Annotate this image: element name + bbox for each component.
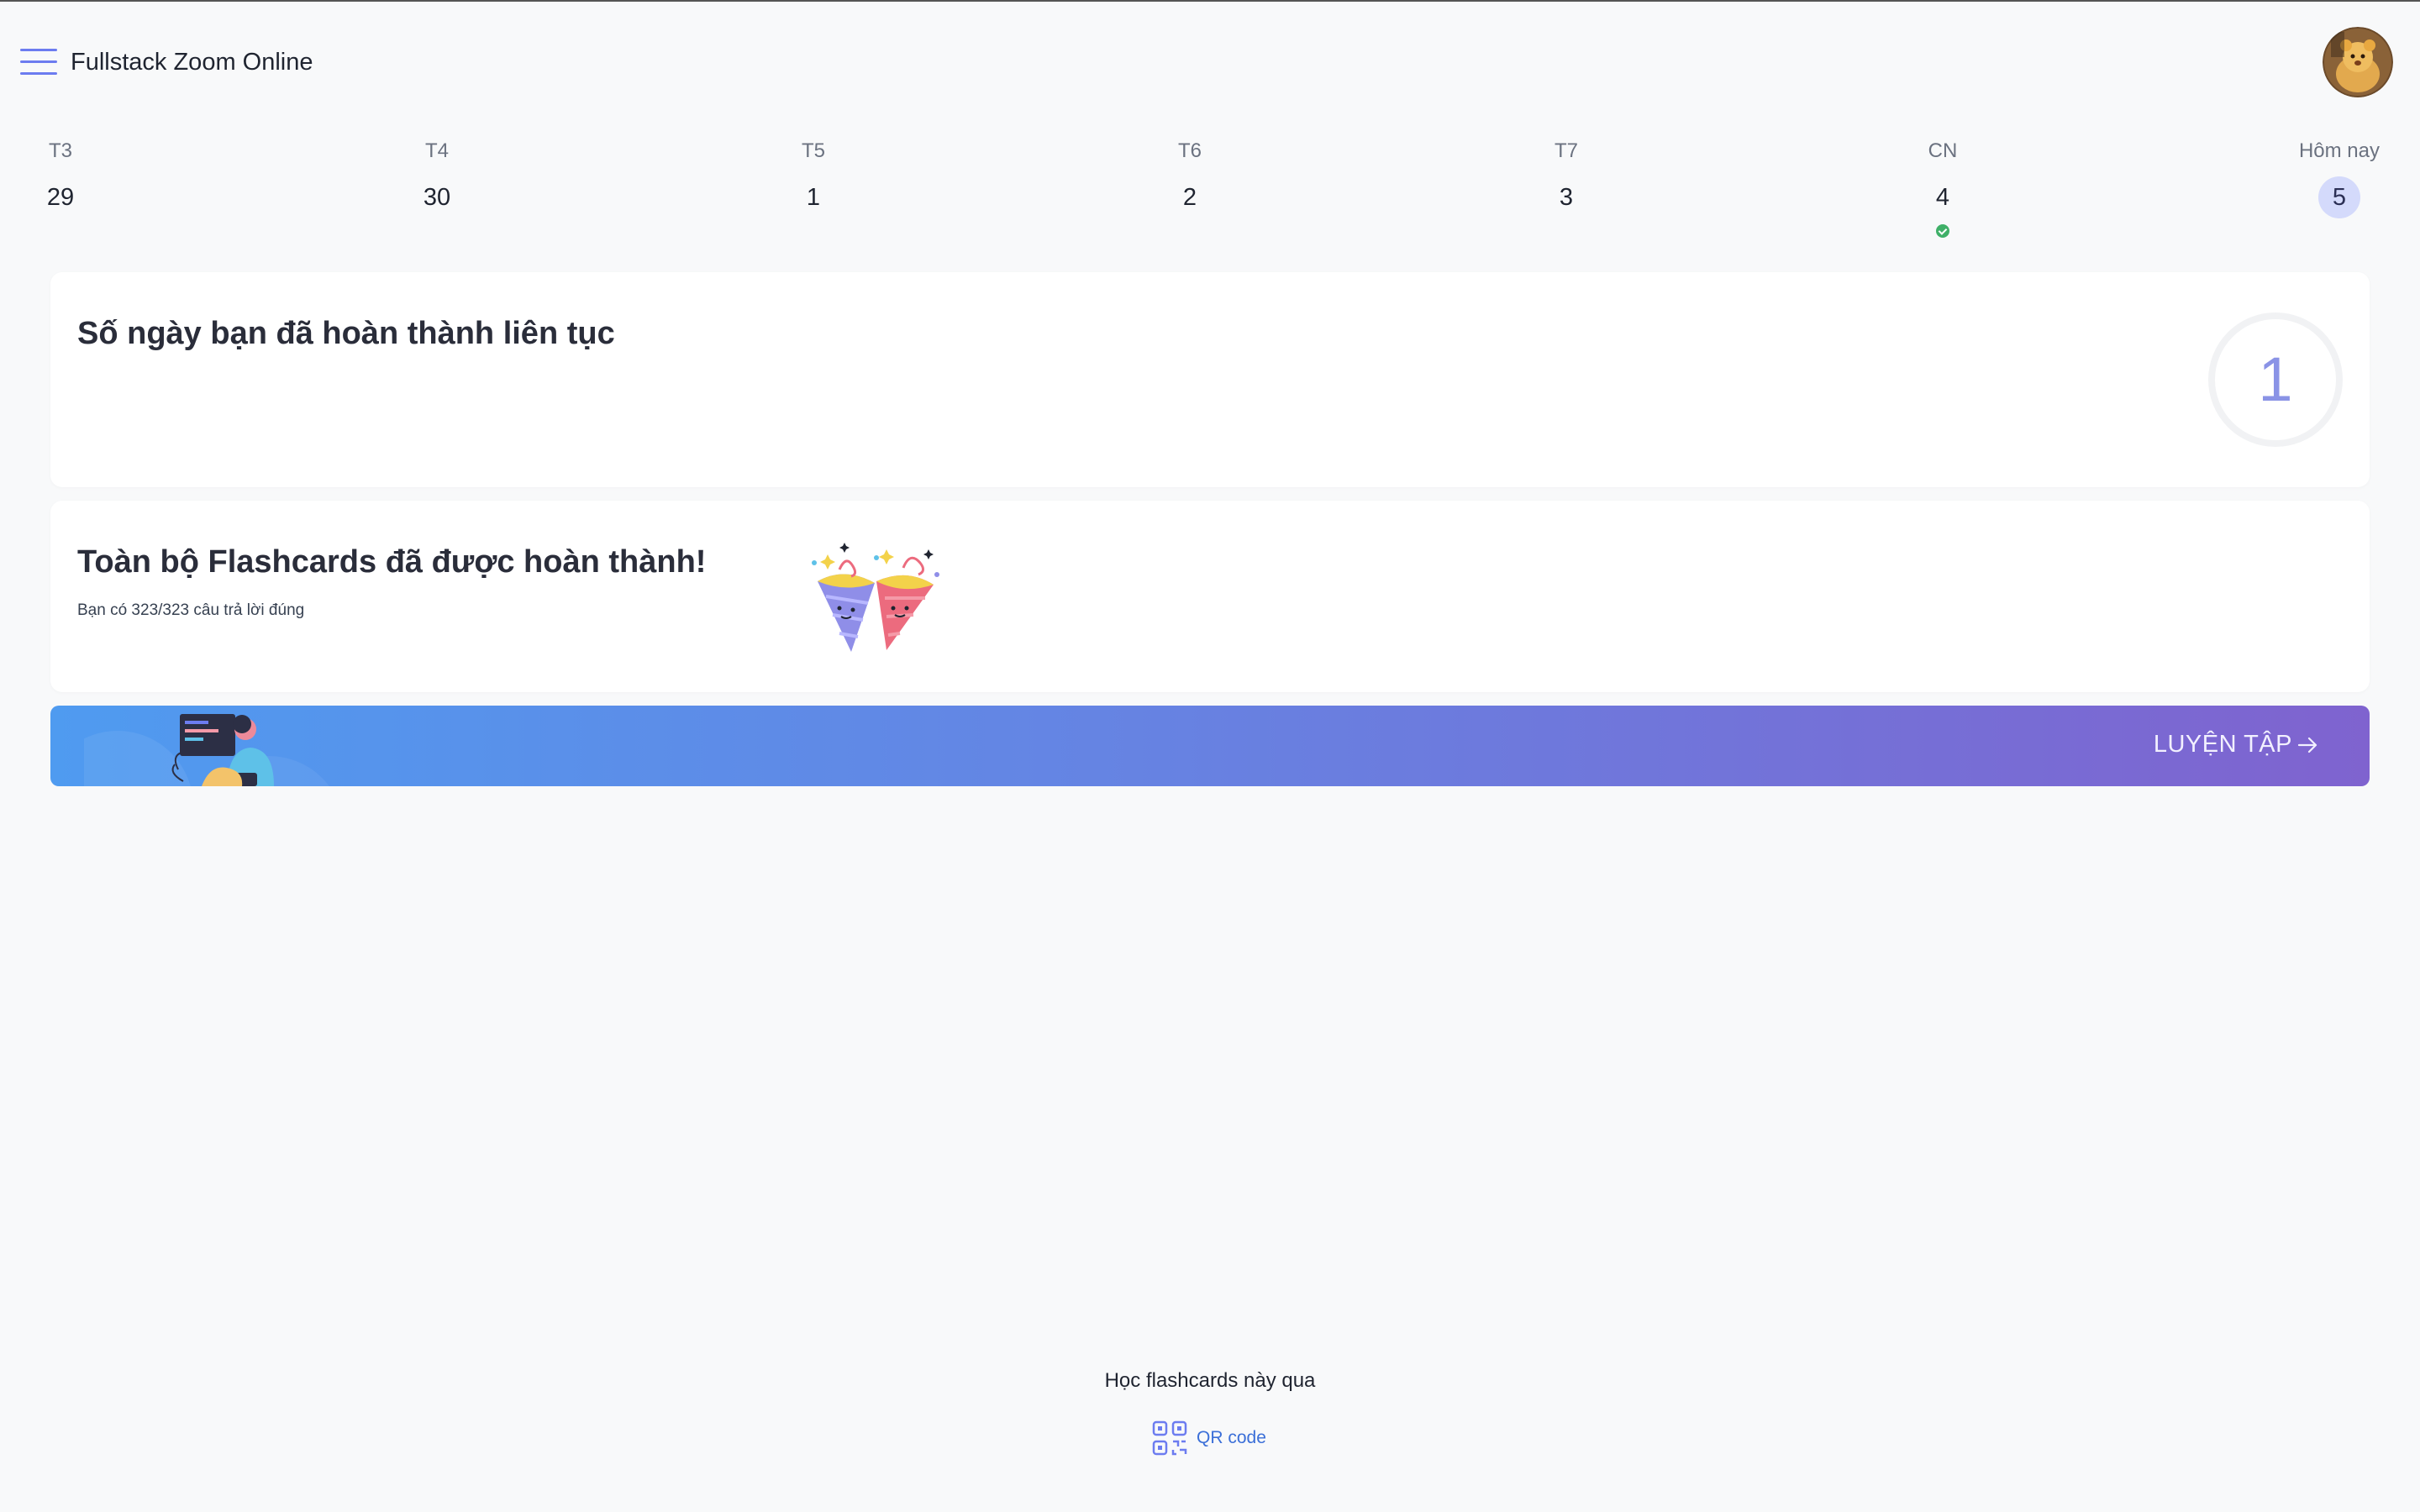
- app-header: Fullstack Zoom Online: [0, 2, 2420, 124]
- menu-line: [20, 49, 57, 51]
- practice-label: LUYỆN TẬP: [2154, 731, 2319, 759]
- day-label: Hôm nay: [2298, 139, 2381, 162]
- day-item[interactable]: T6 2: [1131, 134, 1249, 218]
- day-item[interactable]: T4 30: [378, 134, 496, 218]
- menu-line: [20, 72, 57, 75]
- party-poppers-illustration: [812, 543, 939, 652]
- day-date: 4: [1935, 184, 1950, 211]
- menu-line: [20, 60, 57, 63]
- hamburger-menu-icon[interactable]: [20, 47, 57, 77]
- day-date-today: 5: [2318, 176, 2360, 218]
- qr-code-icon: [1152, 1420, 1187, 1456]
- arrow-right-icon: [2297, 737, 2317, 753]
- day-label: T7: [1554, 139, 1578, 162]
- day-item-today[interactable]: Hôm nay 5: [2281, 134, 2398, 218]
- day-label: CN: [1928, 139, 1958, 162]
- day-item[interactable]: CN 4: [1884, 134, 2002, 238]
- streak-count: 1: [2258, 344, 2293, 414]
- footer-text: Học flashcards này qua: [1104, 1369, 1316, 1392]
- qr-code-label: QR code: [1197, 1428, 1266, 1447]
- day-item[interactable]: T7 3: [1507, 134, 1625, 218]
- avatar-image: [2323, 27, 2393, 97]
- qr-code-link[interactable]: QR code: [1151, 1420, 1266, 1457]
- day-date: 30: [423, 184, 451, 211]
- day-label: T6: [1177, 139, 1202, 162]
- day-date: 29: [46, 184, 75, 211]
- completed-check-icon: [1936, 224, 1949, 238]
- day-label: T5: [801, 139, 825, 162]
- day-item[interactable]: T5 1: [755, 134, 872, 218]
- completion-title: Toàn bộ Flashcards đã được hoàn thành!: [77, 544, 707, 580]
- day-date: 2: [1182, 184, 1197, 211]
- day-date: 3: [1559, 184, 1574, 211]
- day-label: T3: [48, 139, 72, 162]
- streak-title: Số ngày bạn đã hoàn thành liên tục: [77, 316, 615, 351]
- day-label: T4: [424, 139, 449, 162]
- app-title: Fullstack Zoom Online: [71, 49, 313, 76]
- completion-card: Toàn bộ Flashcards đã được hoàn thành! B…: [50, 501, 2370, 692]
- day-item[interactable]: T3 29: [2, 134, 119, 218]
- practice-button[interactable]: LUYỆN TẬP: [50, 706, 2370, 786]
- user-avatar[interactable]: [2323, 27, 2393, 97]
- streak-count-ring: 1: [2208, 312, 2343, 447]
- week-strip: T3 29 T4 30 T5 1 T6 2 T7 3 CN 4 Hôm nay …: [0, 134, 2420, 252]
- practice-illustration: [84, 714, 329, 786]
- day-date: 1: [806, 184, 821, 211]
- streak-card: Số ngày bạn đã hoàn thành liên tục 1: [50, 272, 2370, 487]
- completion-subtitle: Bạn có 323/323 câu trả lời đúng: [77, 601, 305, 619]
- practice-text: LUYỆN TẬP: [2153, 731, 2292, 758]
